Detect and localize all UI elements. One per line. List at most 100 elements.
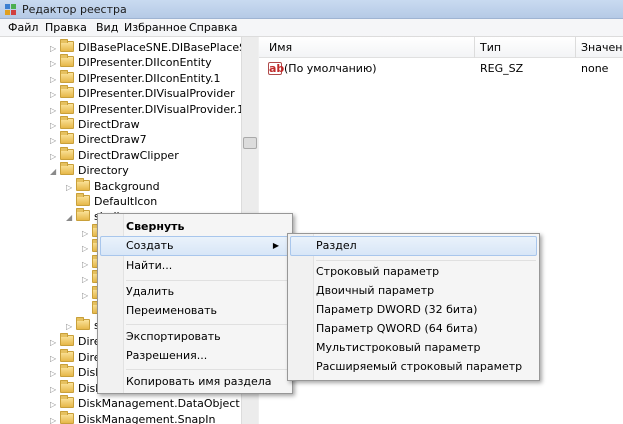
menu-delete[interactable]: Удалить <box>100 282 290 302</box>
expand-arrow-icon[interactable]: ▷ <box>82 272 92 288</box>
tree-item[interactable]: ▷ DirectDrawClipper <box>50 147 179 164</box>
tree-item[interactable]: ◢ Directory <box>50 162 129 180</box>
expand-arrow-icon[interactable]: ▷ <box>82 241 92 257</box>
tree-item-label: DirectDraw7 <box>78 133 147 146</box>
expand-arrow-icon[interactable]: ▷ <box>50 133 60 149</box>
tree-item[interactable]: ▷ DIPresenter.DIIconEntity.1 <box>50 70 221 87</box>
value-type: REG_SZ <box>480 62 524 75</box>
expand-arrow-icon[interactable]: ▷ <box>50 413 60 424</box>
folder-icon <box>60 380 74 393</box>
folder-icon <box>60 101 74 114</box>
tree-item[interactable]: ▷ DIPresenter.DIVisualProvider.1 <box>50 101 245 118</box>
tree-item-label: DIPresenter.DIIconEntity.1 <box>78 72 221 85</box>
menu-view[interactable]: Вид <box>96 21 118 34</box>
menu-separator <box>126 324 290 325</box>
tree-item-label: DIPresenter.DIVisualProvider <box>78 87 235 100</box>
registry-editor-icon <box>5 4 16 15</box>
scrollbar-thumb[interactable] <box>243 137 257 149</box>
folder-icon <box>60 39 74 52</box>
menu-export[interactable]: Экспортировать <box>100 327 290 347</box>
tree-item-label: DIPresenter.DIIconEntity <box>78 56 212 69</box>
tree-item[interactable]: ▷ DirectDraw7 <box>50 131 147 149</box>
collapse-arrow-icon[interactable]: ◢ <box>50 164 60 180</box>
expand-arrow-icon[interactable]: ▷ <box>50 87 60 103</box>
folder-icon <box>60 54 74 67</box>
menu-favorites[interactable]: Избранное <box>124 21 186 34</box>
menu-create[interactable]: Создать ▶ <box>100 236 290 256</box>
tree-item-label: DIPresenter.DIVisualProvider.1 <box>78 103 245 116</box>
tree-item-label: DIBasePlaceSNE.DIBasePlaceSNEImp <box>78 41 257 54</box>
tree-item[interactable]: ▷ DIPresenter.DIVisualProvider <box>50 85 235 103</box>
tree-item[interactable]: ▷ Dire <box>50 349 101 366</box>
menu-create-label: Создать <box>126 239 174 252</box>
menu-collapse[interactable]: Свернуть <box>100 217 290 237</box>
folder-icon <box>60 364 74 377</box>
menu-edit[interactable]: Правка <box>45 21 87 34</box>
value-row[interactable]: ab (По умолчанию) REG_SZ none <box>259 60 623 78</box>
folder-icon <box>60 395 74 408</box>
menu-separator <box>316 260 536 261</box>
menu-file[interactable]: Файл <box>8 21 38 34</box>
expand-arrow-icon[interactable]: ▷ <box>50 335 60 351</box>
tree-item[interactable]: ▷s <box>66 317 100 334</box>
folder-icon <box>76 317 90 330</box>
title-bar: Редактор реестра <box>0 0 623 19</box>
menu-separator <box>126 369 290 370</box>
menu-separator <box>126 280 290 281</box>
folder-icon <box>60 333 74 346</box>
window-title: Редактор реестра <box>22 3 127 16</box>
column-name[interactable]: Имя <box>269 41 292 54</box>
folder-icon <box>60 85 74 98</box>
tree-item-label: DirectDrawClipper <box>78 149 179 162</box>
tree-item[interactable]: ▷ DiskManagement.SnapIn <box>50 411 215 424</box>
folder-open-icon <box>76 208 90 221</box>
submenu-string-value[interactable]: Строковый параметр <box>290 262 537 282</box>
menu-find[interactable]: Найти... <box>100 256 290 276</box>
expand-arrow-icon[interactable]: ▷ <box>50 366 60 382</box>
value-name: (По умолчанию) <box>284 62 377 75</box>
folder-icon <box>60 411 74 424</box>
tree-item[interactable]: ▷ Disk <box>50 364 102 382</box>
submenu-arrow-icon: ▶ <box>272 241 279 250</box>
tree-item[interactable]: ▷ DIPresenter.DIIconEntity <box>50 54 212 72</box>
submenu-binary-value[interactable]: Двоичный параметр <box>290 281 537 301</box>
folder-icon <box>60 131 74 144</box>
submenu-expandable-string-value[interactable]: Расширяемый строковый параметр <box>290 357 537 377</box>
menu-copy-key-name[interactable]: Копировать имя раздела <box>100 372 290 392</box>
tree-item[interactable]: ▷ Disk <box>50 380 102 397</box>
folder-icon <box>60 116 74 129</box>
expand-arrow-icon[interactable]: ▷ <box>50 397 60 413</box>
menu-permissions[interactable]: Разрешения... <box>100 346 290 366</box>
column-divider[interactable] <box>474 37 475 58</box>
folder-icon <box>60 349 74 362</box>
column-value[interactable]: Значение <box>581 41 623 54</box>
context-menu: Свернуть Создать ▶ Найти... Удалить Пере… <box>97 213 293 394</box>
submenu-qword-value[interactable]: Параметр QWORD (64 бита) <box>290 319 537 339</box>
tree-item[interactable]: ▷ Dire <box>50 333 101 351</box>
expand-arrow-icon[interactable]: ▷ <box>50 56 60 72</box>
menu-rename[interactable]: Переименовать <box>100 301 290 321</box>
folder-icon <box>76 193 90 206</box>
submenu-key[interactable]: Раздел <box>290 236 537 256</box>
folder-open-icon <box>60 162 74 175</box>
tree-item[interactable]: ▷DIBasePlaceSNE.DIBasePlaceSNEImp <box>50 39 257 56</box>
value-data: none <box>581 62 609 75</box>
folder-icon <box>60 147 74 160</box>
menu-help[interactable]: Справка <box>189 21 237 34</box>
submenu-multistring-value[interactable]: Мультистроковый параметр <box>290 338 537 358</box>
tree-item[interactable]: ▷ DiskManagement.DataObject <box>50 395 240 413</box>
collapse-arrow-icon[interactable]: ◢ <box>66 210 76 226</box>
tree-item-label: Directory <box>78 164 129 177</box>
column-type[interactable]: Тип <box>480 41 501 54</box>
string-value-icon: ab <box>268 62 285 75</box>
menu-bar: Файл Правка Вид Избранное Справка <box>0 19 623 37</box>
submenu-create: Раздел Строковый параметр Двоичный парам… <box>287 233 540 381</box>
tree-item-label: DirectDraw <box>78 118 140 131</box>
folder-icon <box>76 178 90 191</box>
tree-item-label: Background <box>94 180 160 193</box>
tree-item-label: DiskManagement.DataObject <box>78 397 240 410</box>
column-divider[interactable] <box>575 37 576 58</box>
submenu-dword-value[interactable]: Параметр DWORD (32 бита) <box>290 300 537 320</box>
tree-item-label: DefaultIcon <box>94 195 158 208</box>
column-header: Имя Тип Значение <box>259 37 623 58</box>
